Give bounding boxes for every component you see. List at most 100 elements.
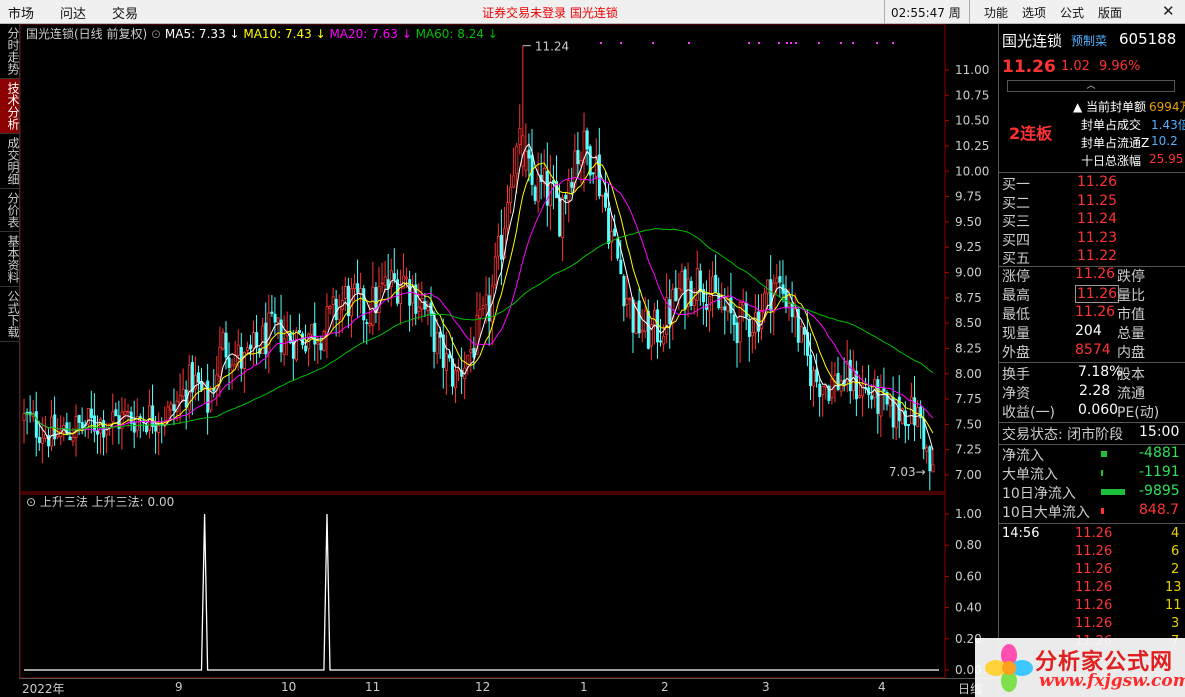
divider [999,172,1185,173]
candle-body [252,332,256,349]
candle-body [848,359,852,392]
sector-badge[interactable]: 预制菜 [1071,32,1107,49]
stat-value: 204 [1075,323,1102,339]
candle-body [732,314,736,325]
stat-row: 外盘 8574 内盘 [999,342,1185,361]
candle-body [913,397,917,426]
stat-label: 收益(一) [1002,405,1055,421]
candle-body [469,348,473,353]
bid-row: 买一 11.26 [999,174,1185,193]
candle-body [40,437,44,444]
signal-dot [790,42,792,44]
candle-body [533,186,537,201]
candle-body [775,277,779,284]
candle-body [876,379,880,414]
view-tab[interactable]: 成交明细 [0,134,20,189]
candle-body [77,414,81,423]
view-tab[interactable]: 分时走势 [0,24,20,79]
candle-body [368,322,372,327]
stat-value: 11.26 [1075,266,1116,282]
divider [999,362,1185,363]
candle-body [561,196,565,238]
candle-body [558,197,562,237]
candle-body [778,276,782,283]
info-row: 十日总涨幅 25.95 [999,152,1185,170]
legend-entry: ↓ [484,27,498,41]
tick-price: 11.26 [1075,580,1113,595]
price-row: 11.26 1.02 9.96% [999,57,1185,79]
view-tab[interactable]: 技术分析 [0,79,20,134]
candle-body [322,331,326,351]
candle-body [417,306,421,313]
bid-label: 买二 [1002,195,1030,212]
collapse-button[interactable]: ︿ [1007,80,1175,92]
legend-entry: MA60: 8.24 [416,27,484,41]
candle-body [261,325,265,354]
chart-legend: 国光连锁(日线 前复权) ⊙ MA5: 7.33 ↓ MA10: 7.43 ↓ … [26,26,498,41]
candle-body [444,353,448,371]
candle-body [224,332,228,358]
candle-body [521,135,525,167]
y-tick-label: 7.75 [955,392,982,406]
view-tab-strip: 分时走势 技术分析 成交明细 分价表 基本资料 公式下载 [0,24,20,679]
bid-row: 买二 11.25 [999,193,1185,212]
stat-label: 涨停 [1002,269,1030,285]
candle-body [925,447,929,452]
candle-body [499,234,503,260]
candle-body [659,340,663,343]
stat-row: 净资 2.28 流通 [999,383,1185,402]
candle-body [711,276,715,294]
candle-body [242,351,246,370]
candle-body [190,362,194,393]
x-tick-label: 4 [878,680,886,694]
quote-panel: 国光连锁 预制菜 605188 11.26 1.02 9.96% ︿ 2连板 ▲ 当前封单额 69… [998,24,1185,697]
candle-body [227,357,231,368]
y-tick-label: 8.25 [955,341,982,355]
close-icon[interactable]: ✕ [1162,2,1175,20]
candle-body [316,341,320,345]
menu-item[interactable]: 选项 [1022,4,1046,21]
candle-body [750,331,754,337]
tick-price: 11.26 [1075,526,1113,541]
menu-item[interactable]: 功能 [984,4,1008,21]
candle-body [882,388,886,392]
view-tab[interactable]: 分价表 [0,189,20,232]
menu-item[interactable]: 版面 [1098,4,1122,21]
candle-body [613,228,617,237]
x-tick-label: 12 [475,680,491,694]
view-tab[interactable]: 基本资料 [0,232,20,287]
candle-body [80,422,84,428]
candle-body [720,306,724,310]
candle-body [735,322,739,344]
price-change-pct: 9.96% [1099,59,1141,74]
tick-price: 11.26 [1075,616,1113,631]
stat-label: PE(动) [1117,405,1160,421]
candle-body [50,416,54,447]
tick-volume: 2 [1171,562,1180,577]
bid-row: 买五 11.22 [999,248,1185,267]
candle-body [383,276,387,286]
kline-chart[interactable]: 11.00 10.75 10.50 10.25 10.00 9.75 9.50 9.25 9.0… [20,24,998,678]
stat-value: 2.28 [1079,383,1111,399]
candle-body [273,313,277,323]
y-tick-label: 0.60 [955,569,982,583]
min-price-label: 7.03→ [889,465,926,479]
candle-body [151,405,155,427]
info-value: 1.43倍 [1151,118,1185,132]
stat-value: 0.060 [1078,402,1119,418]
legend-entry: ↓ [312,27,330,41]
view-tab[interactable]: 公式下载 [0,287,20,342]
signal-dot [840,42,842,44]
tick-row: 11.26 4 [999,526,1185,545]
x-tick-label: 3 [762,680,770,694]
candle-body [790,302,794,318]
menu-item[interactable]: 公式 [1060,4,1084,21]
signal-dot [852,42,854,44]
candle-body [637,300,641,334]
candle-body [71,436,75,442]
tick-volume: 11 [1165,598,1182,613]
candle-body [380,282,384,285]
candle-body [435,332,439,355]
signal-dot [652,42,654,44]
info-value: 25.95 [1149,152,1184,166]
